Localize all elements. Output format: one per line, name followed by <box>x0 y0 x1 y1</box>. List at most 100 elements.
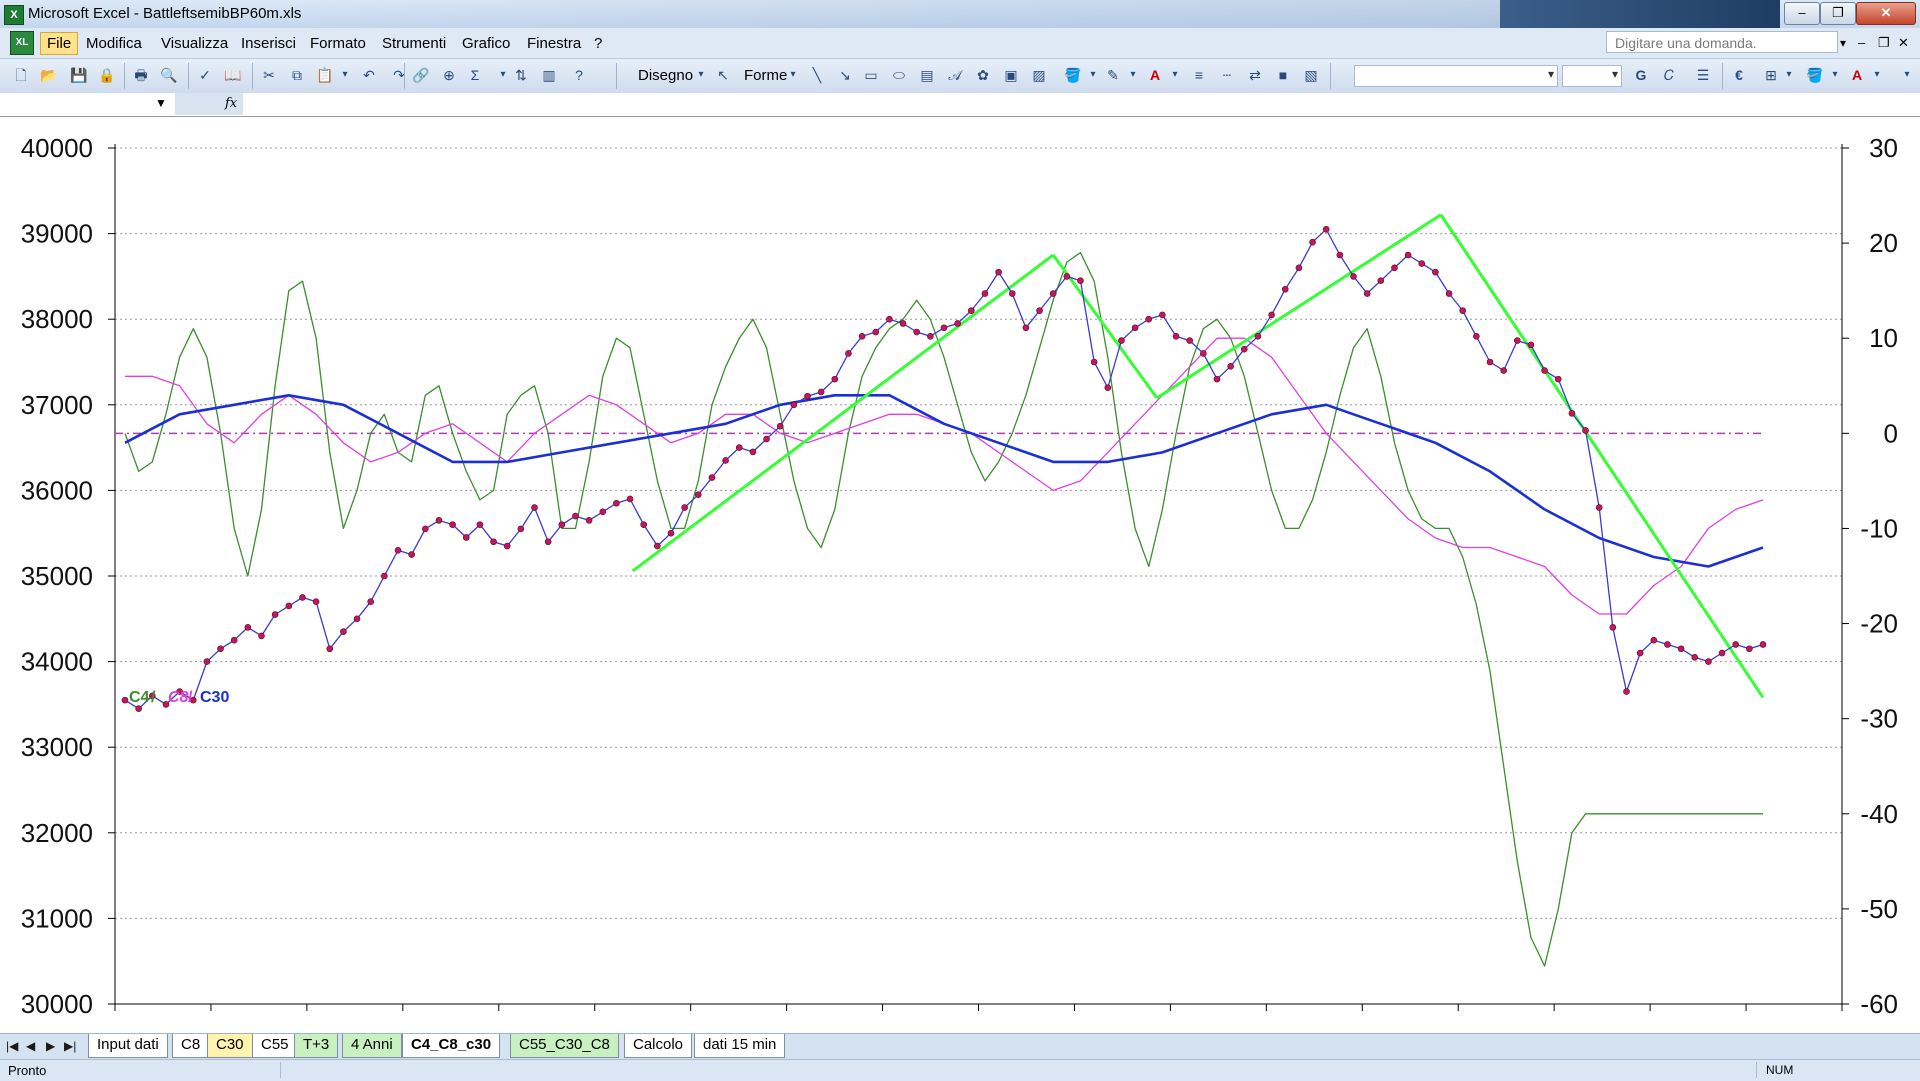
autoshapes-dropdown-icon[interactable]: ▾ <box>784 66 802 84</box>
tab-dati-15-min[interactable]: dati 15 min <box>694 1034 786 1058</box>
doc-close-button[interactable]: ✕ <box>1898 35 1909 51</box>
menu-inserisci[interactable]: Inserisci <box>241 35 296 52</box>
copy-icon[interactable]: ⧉ <box>288 66 306 84</box>
line-style-icon[interactable]: ≡ <box>1190 66 1208 84</box>
font-color-2-dropdown-icon[interactable]: ▾ <box>1868 66 1886 84</box>
hyperlink-icon[interactable]: 🔗 <box>412 66 430 84</box>
menu-modifica[interactable]: Modifica <box>86 35 142 52</box>
paste-icon[interactable]: 📋 <box>316 66 334 84</box>
currency-button[interactable]: € <box>1730 66 1748 84</box>
permission-icon[interactable]: 🔒 <box>98 66 116 84</box>
help-icon[interactable]: ? <box>570 66 588 84</box>
3d-icon[interactable]: ▧ <box>1302 66 1320 84</box>
doc-minimize-button[interactable]: ‒ <box>1858 35 1865 50</box>
menu-help[interactable]: ? <box>594 35 602 52</box>
undo-icon[interactable]: ↶ <box>360 66 378 84</box>
font-color-icon[interactable]: A <box>1146 66 1164 84</box>
price-point <box>1309 238 1316 246</box>
insert-function-button[interactable]: fx <box>225 96 237 111</box>
diagram-icon[interactable]: ✿ <box>974 66 992 84</box>
line-color-dropdown-icon[interactable]: ▾ <box>1124 66 1142 84</box>
help-box-dropdown-icon[interactable]: ▾ <box>1840 36 1846 50</box>
tab-calcolo[interactable]: Calcolo <box>624 1034 693 1058</box>
price-point <box>1008 290 1016 297</box>
borders-icon[interactable]: ⊞ <box>1762 66 1780 84</box>
autosum-dropdown-icon[interactable]: ▾ <box>494 66 512 84</box>
arrow-icon[interactable]: ↘ <box>836 66 854 84</box>
draw-dropdown-icon[interactable]: ▾ <box>692 66 710 84</box>
restore-button[interactable]: ❐ <box>1820 2 1856 25</box>
borders-dropdown-icon[interactable]: ▾ <box>1780 66 1798 84</box>
paste-dropdown-icon[interactable]: ▾ <box>336 66 354 84</box>
font-name-combo[interactable] <box>1354 65 1558 87</box>
wordart-icon[interactable]: 𝒜 <box>946 66 964 84</box>
web-icon[interactable]: ⊕ <box>440 66 458 84</box>
draw-menu-button[interactable]: Disegno <box>638 67 693 84</box>
tab-c4-c8-c30[interactable]: C4_C8_c30 <box>402 1034 501 1058</box>
doc-restore-button[interactable]: ❐ <box>1878 35 1890 51</box>
open-icon[interactable]: 📂 <box>40 66 58 84</box>
align-icon[interactable]: ☰ <box>1694 66 1712 84</box>
arrow-style-icon[interactable]: ⇄ <box>1246 66 1264 84</box>
spelling-icon[interactable]: ✓ <box>196 66 214 84</box>
fill-dropdown-icon[interactable]: ▾ <box>1084 66 1102 84</box>
menu-strumenti[interactable]: Strumenti <box>382 35 446 52</box>
price-point <box>1582 427 1589 434</box>
line-color-icon[interactable]: ✎ <box>1104 66 1122 84</box>
tab-t3[interactable]: T+3 <box>294 1034 339 1058</box>
dash-style-icon[interactable]: ┄ <box>1218 66 1236 84</box>
minimize-button[interactable]: ‒ <box>1784 2 1820 25</box>
tab-c55[interactable]: C55 <box>252 1034 298 1058</box>
shadow-icon[interactable]: ■ <box>1274 66 1292 84</box>
fill-2-dropdown-icon[interactable]: ▾ <box>1826 66 1844 84</box>
fill-color-2-icon[interactable]: 🪣 <box>1806 66 1824 84</box>
new-icon[interactable]: 🗋 <box>12 66 30 84</box>
first-sheet-button[interactable]: |◀ <box>6 1039 18 1053</box>
tab-c30[interactable]: C30 <box>207 1034 253 1058</box>
save-icon[interactable]: 💾 <box>70 66 88 84</box>
font-color-2-icon[interactable]: A <box>1848 66 1866 84</box>
print-icon[interactable]: 🖶 <box>132 66 150 84</box>
menu-grafico[interactable]: Grafico <box>462 35 510 52</box>
name-box-dropdown-icon[interactable]: ▼ <box>155 96 167 110</box>
fill-color-icon[interactable]: 🪣 <box>1064 66 1082 84</box>
sort-icon[interactable]: ⇅ <box>512 66 530 84</box>
tab-c55-c30-c8[interactable]: C55_C30_C8 <box>510 1034 619 1058</box>
prev-sheet-button[interactable]: ◀ <box>26 1039 35 1053</box>
chart-area[interactable]: 30000 31000 32000 33000 34000 35000 36000 37000… <box>0 116 1920 1033</box>
help-question-box[interactable]: Digitare una domanda. <box>1606 31 1838 53</box>
next-sheet-button[interactable]: ▶ <box>46 1039 55 1053</box>
menu-visualizza[interactable]: Visualizza <box>161 35 228 52</box>
menu-formato[interactable]: Formato <box>310 35 366 52</box>
autosum-icon[interactable]: Σ <box>466 66 484 84</box>
rectangle-icon[interactable]: ▭ <box>862 66 880 84</box>
chart-wizard-icon[interactable]: ▥ <box>540 66 558 84</box>
tab-c8[interactable]: C8 <box>172 1034 210 1058</box>
select-object-icon[interactable]: ↖ <box>714 66 732 84</box>
picture-icon[interactable]: ▨ <box>1030 66 1048 84</box>
name-box[interactable]: ▼ <box>0 93 176 115</box>
oval-icon[interactable]: ⬭ <box>890 66 908 84</box>
autoshapes-button[interactable]: Forme <box>744 67 787 84</box>
bold-button[interactable]: G <box>1632 66 1650 84</box>
print-preview-icon[interactable]: 🔍 <box>160 66 178 84</box>
tab-input-dati[interactable]: Input dati <box>88 1034 168 1058</box>
menu-finestra[interactable]: Finestra <box>527 35 581 52</box>
last-sheet-button[interactable]: ▶| <box>64 1039 76 1053</box>
textbox-icon[interactable]: ▤ <box>918 66 936 84</box>
toolbar-options-icon[interactable]: ▾ <box>1898 66 1916 84</box>
menu-file[interactable]: File <box>40 32 79 55</box>
workbook-icon[interactable]: XL <box>10 31 34 55</box>
research-icon[interactable]: 📖 <box>224 66 242 84</box>
cut-icon[interactable]: ✂ <box>260 66 278 84</box>
font-size-combo[interactable] <box>1562 65 1622 87</box>
line-icon[interactable]: ╲ <box>808 66 826 84</box>
chart-canvas[interactable]: 30000 31000 32000 33000 34000 35000 36000 37000… <box>0 116 1920 1033</box>
excel-icon[interactable]: X <box>4 5 24 25</box>
italic-icon[interactable]: 𝐶 <box>1660 66 1678 84</box>
clipart-icon[interactable]: ▣ <box>1002 66 1020 84</box>
redo-icon[interactable]: ↷ <box>390 66 408 84</box>
close-button[interactable]: ✕ <box>1856 2 1916 25</box>
tab-4-anni[interactable]: 4 Anni <box>342 1034 402 1058</box>
font-color-dropdown-icon[interactable]: ▾ <box>1166 66 1184 84</box>
